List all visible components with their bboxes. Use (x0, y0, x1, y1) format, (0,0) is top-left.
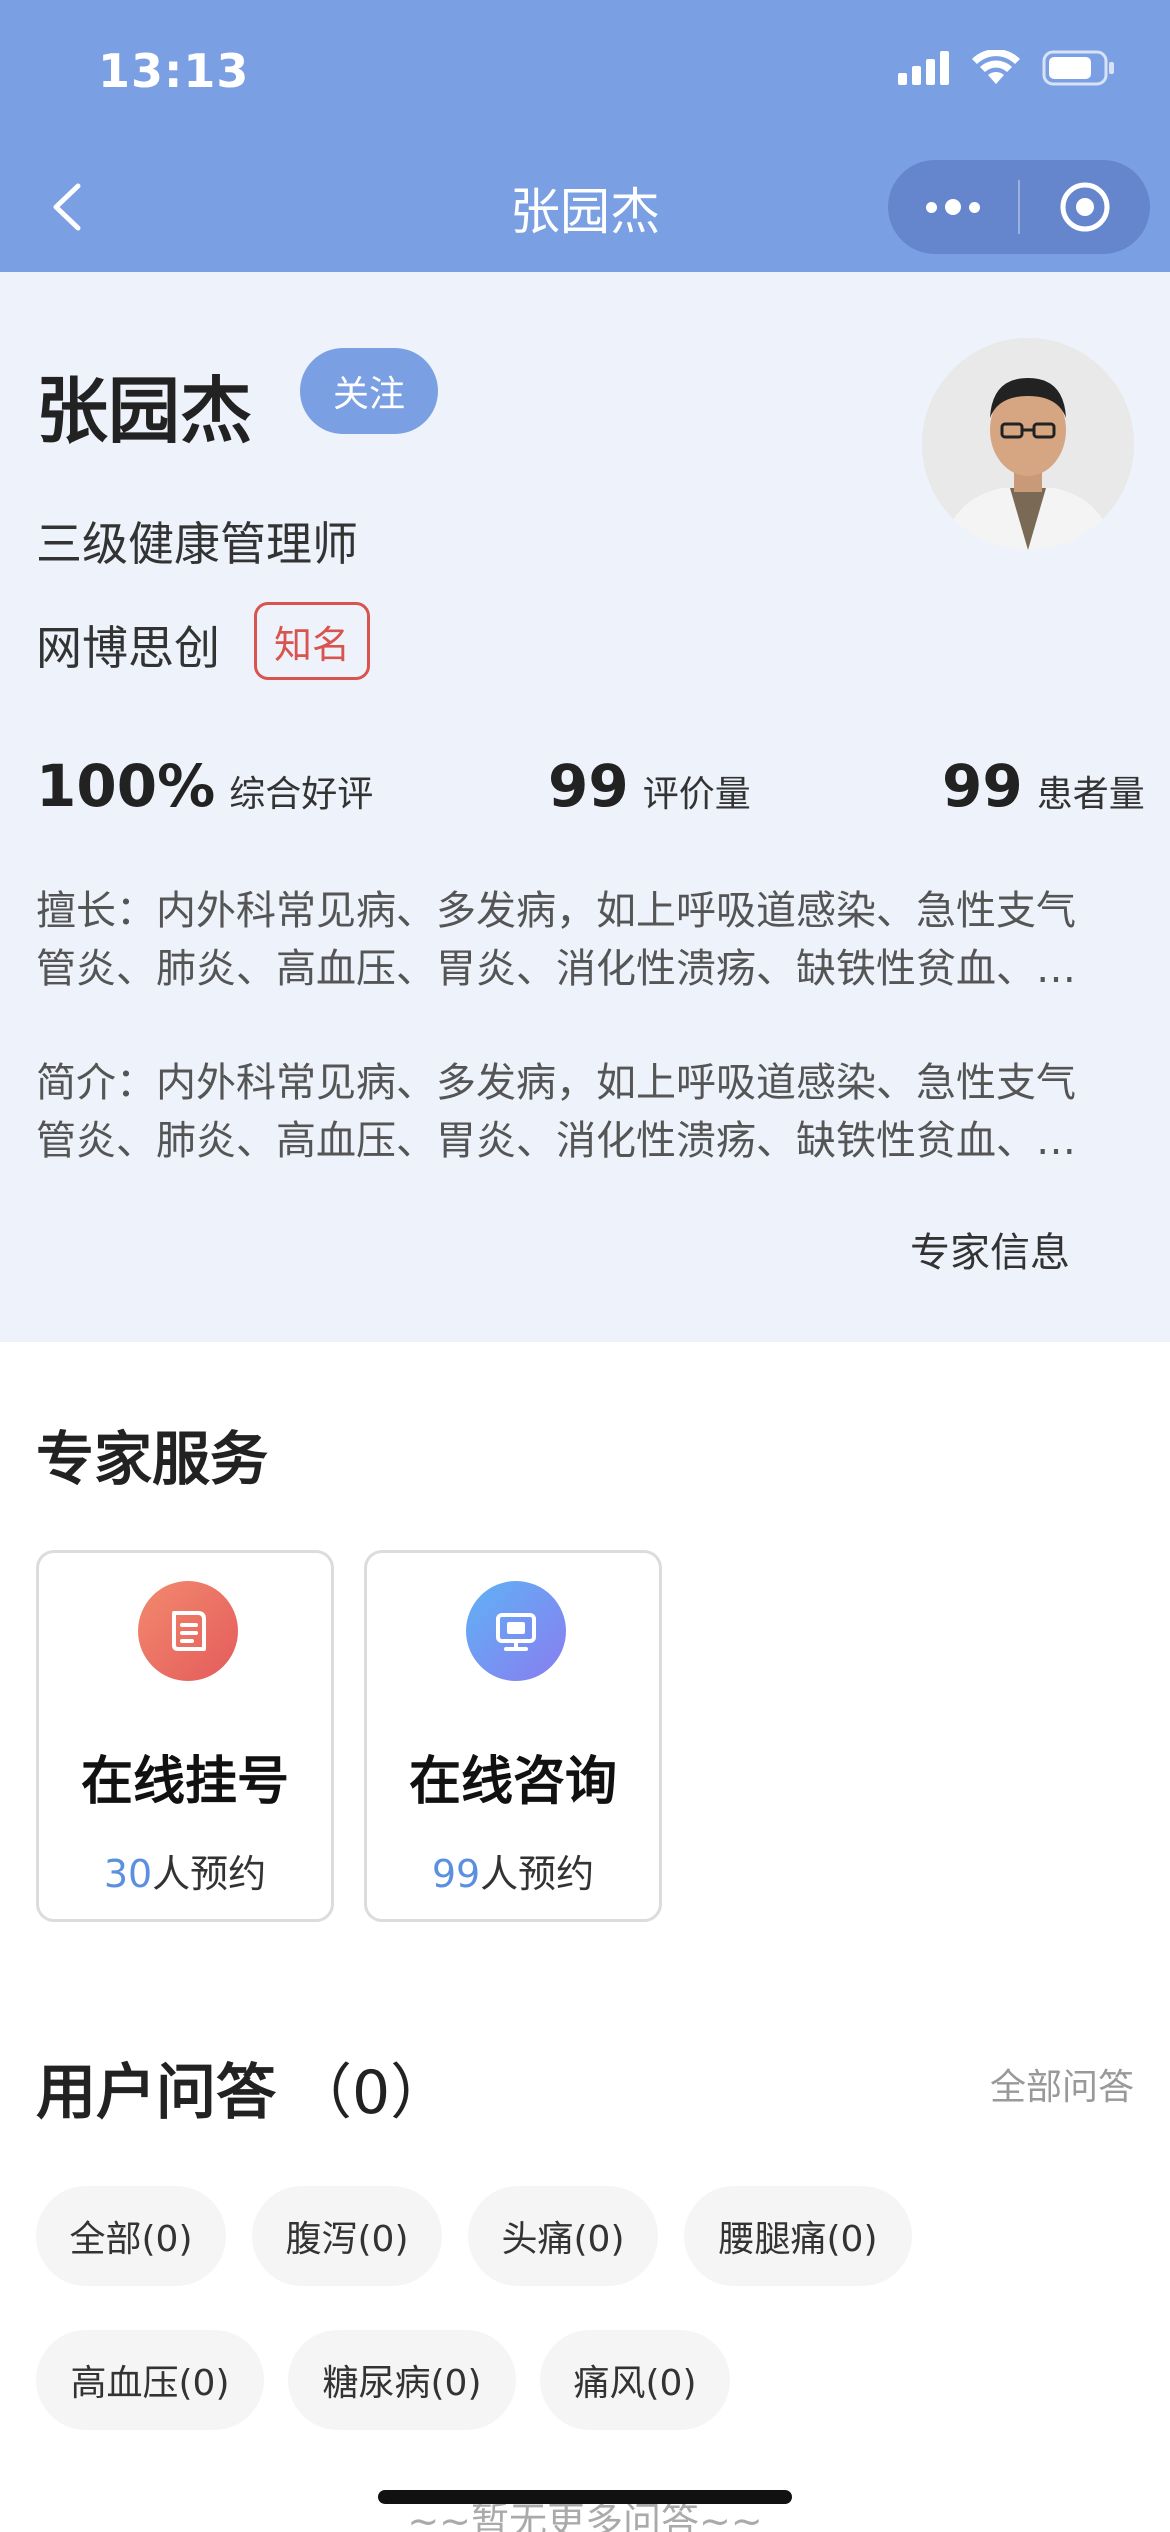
wifi-icon (972, 50, 1020, 84)
specialty-line: 管炎、肺炎、高血压、胃炎、消化性溃疡、缺铁性贫血、… (36, 946, 1076, 992)
qa-chip-diarrhea[interactable]: 腹泻(0) (252, 2186, 442, 2286)
stat-reviews: 99 评价量 (548, 752, 751, 820)
stat-patients-value: 99 (942, 752, 1023, 820)
service-count-number: 30 (103, 1852, 153, 1896)
qa-count: （0） (292, 2058, 451, 2128)
service-count-suffix: 人预约 (152, 1852, 267, 1896)
qa-chip-gout[interactable]: 痛风(0) (540, 2330, 730, 2430)
battery-icon (1042, 50, 1114, 86)
avatar (922, 338, 1134, 550)
stat-patients-label: 患者量 (1036, 774, 1145, 815)
registration-icon (138, 1581, 238, 1681)
intro-text: 简介：内外科常见病、多发病，如上呼吸道感染、急性支气 管炎、肺炎、高血压、胃炎、… (36, 1054, 1136, 1170)
qa-title: 用户问答 (36, 2058, 276, 2128)
close-miniprogram-icon[interactable] (1020, 160, 1150, 254)
service-name: 在线挂号 (80, 1752, 289, 1812)
specialty-text: 擅长：内外科常见病、多发病，如上呼吸道感染、急性支气 管炎、肺炎、高血压、胃炎、… (36, 882, 1136, 998)
stat-rating: 100% 综合好评 (36, 752, 373, 820)
status-time: 13:13 (98, 44, 250, 98)
service-count: 99人预约 (367, 1843, 659, 1898)
monitor-icon (466, 1581, 566, 1681)
more-icon[interactable] (888, 160, 1018, 254)
hospital-name: 网博思创 (36, 621, 220, 675)
service-count: 30人预约 (39, 1843, 331, 1898)
miniprogram-capsule (888, 160, 1150, 254)
signal-icon (898, 51, 949, 85)
stat-reviews-label: 评价量 (642, 774, 751, 815)
qa-chip-diabetes[interactable]: 糖尿病(0) (288, 2330, 516, 2430)
qa-chip-hypertension[interactable]: 高血压(0) (36, 2330, 264, 2430)
service-card-consultation[interactable]: 在线咨询 99人预约 (364, 1550, 662, 1922)
stat-rating-value: 100% (36, 752, 216, 820)
intro-line: 管炎、肺炎、高血压、胃炎、消化性溃疡、缺铁性贫血、… (36, 1118, 1076, 1164)
qa-chip-headache[interactable]: 头痛(0) (468, 2186, 658, 2286)
expert-info-link[interactable]: 专家信息 (910, 1220, 1070, 1278)
service-count-suffix: 人预约 (480, 1852, 595, 1896)
famous-badge: 知名 (254, 602, 370, 680)
all-questions-link[interactable]: 全部问答 (990, 2058, 1134, 2110)
intro-line: 简介：内外科常见病、多发病，如上呼吸道感染、急性支气 (36, 1060, 1076, 1106)
stat-reviews-value: 99 (548, 752, 629, 820)
navigation-bar: 13:13 张园杰 (0, 0, 1170, 272)
services-title: 专家服务 (36, 1425, 269, 1493)
home-indicator[interactable] (378, 2490, 792, 2504)
stat-rating-label: 综合好评 (229, 774, 374, 815)
service-count-number: 99 (431, 1852, 481, 1896)
qa-chip-back-leg-pain[interactable]: 腰腿痛(0) (684, 2186, 912, 2286)
specialty-line: 擅长：内外科常见病、多发病，如上呼吸道感染、急性支气 (36, 888, 1076, 934)
doctor-name: 张园杰 (36, 369, 253, 453)
service-name: 在线咨询 (408, 1752, 617, 1812)
status-icons (898, 50, 1116, 86)
stat-patients: 99 患者量 (942, 752, 1145, 820)
follow-button[interactable]: 关注 (300, 348, 438, 434)
service-card-registration[interactable]: 在线挂号 30人预约 (36, 1550, 334, 1922)
qa-chip-all[interactable]: 全部(0) (36, 2186, 226, 2286)
doctor-title: 三级健康管理师 (36, 517, 358, 571)
